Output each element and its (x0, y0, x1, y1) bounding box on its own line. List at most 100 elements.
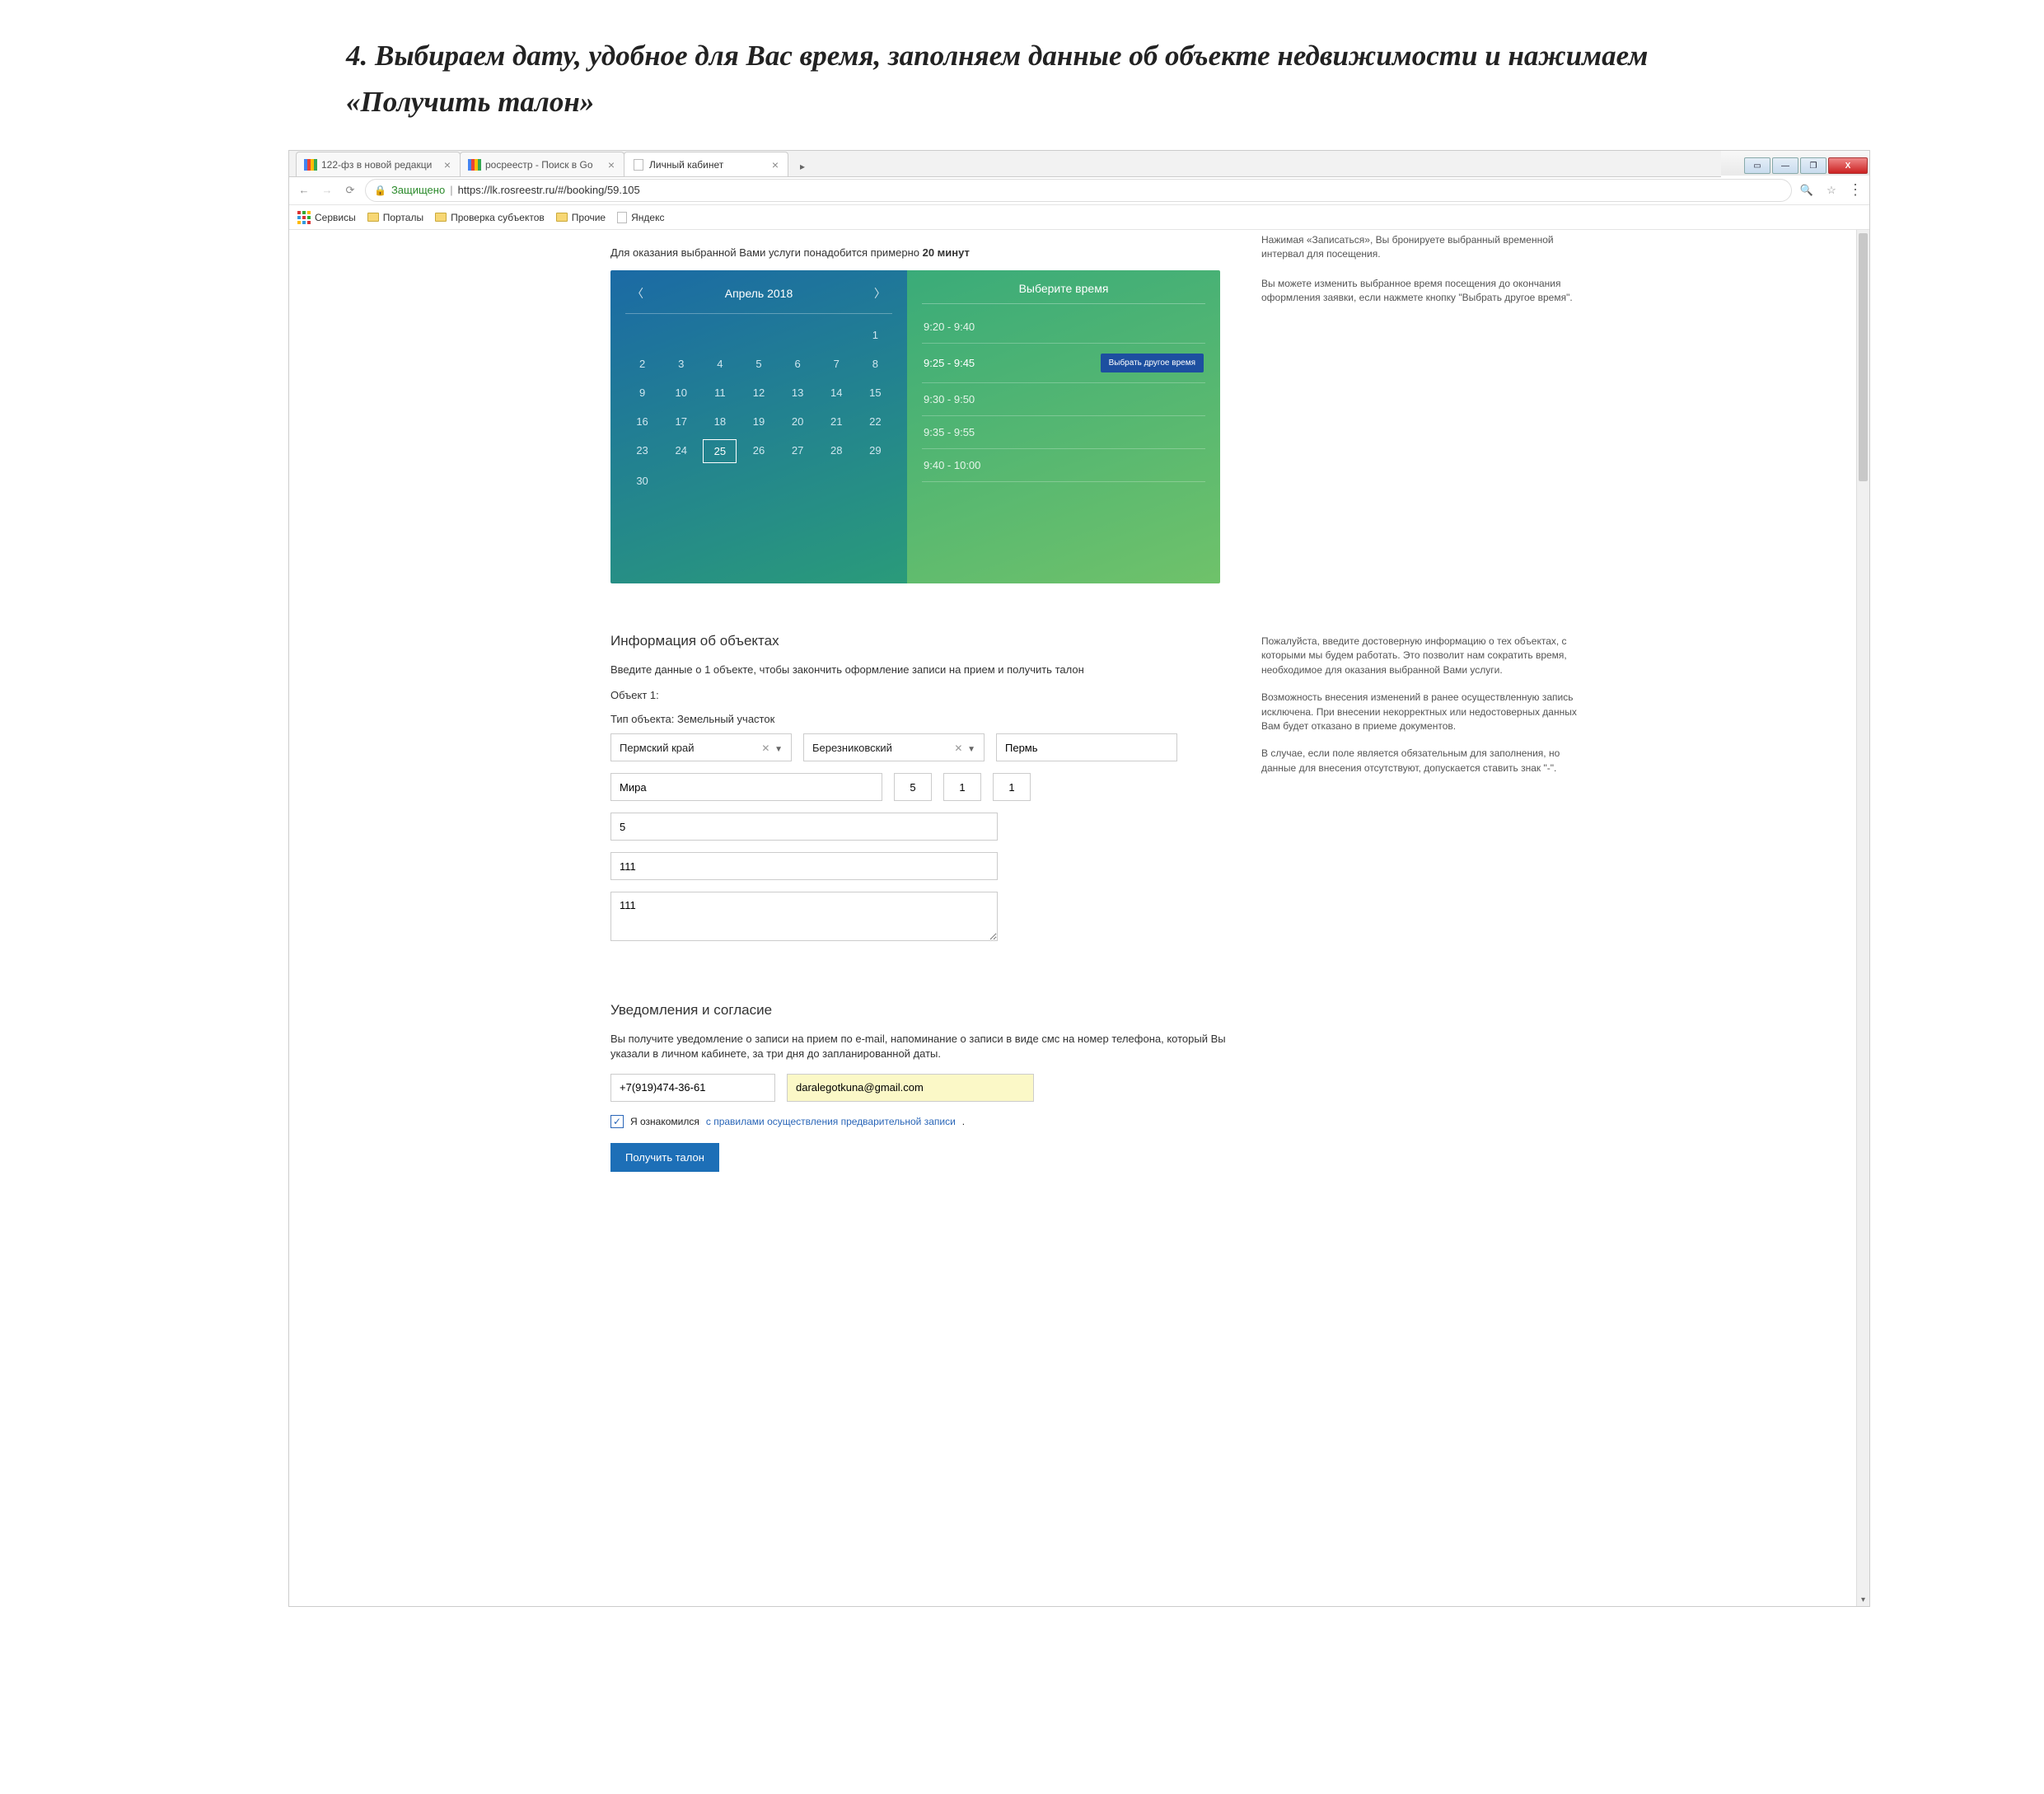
calendar-day[interactable]: 25 (703, 439, 737, 463)
consent-rules-link[interactable]: с правилами осуществления предварительно… (706, 1116, 956, 1127)
calendar-day[interactable]: 2 (625, 353, 659, 375)
apps-icon (297, 211, 311, 224)
calendar-day[interactable]: 18 (703, 410, 737, 433)
back-button[interactable]: ← (296, 182, 312, 199)
calendar-day[interactable]: 23 (625, 439, 659, 463)
kebab-menu-icon[interactable]: ⋮ (1848, 181, 1863, 199)
secure-label: Защищено (391, 184, 445, 196)
window-close-button[interactable]: X (1828, 157, 1868, 174)
side-note-booking-2: Вы можете изменить выбранное время посещ… (1261, 277, 1583, 306)
calendar-day[interactable]: 5 (741, 353, 775, 375)
window-maximize-button[interactable]: ❐ (1800, 157, 1827, 174)
calendar-day[interactable]: 22 (858, 410, 892, 433)
calendar-day[interactable]: 13 (781, 382, 815, 404)
window-controls: ▭ — ❐ X (1742, 157, 1868, 176)
calendar-day[interactable]: 26 (741, 439, 775, 463)
calendar-day[interactable]: 11 (703, 382, 737, 404)
calendar-day[interactable]: 8 (858, 353, 892, 375)
house-input[interactable] (894, 773, 932, 801)
calendar-day[interactable]: 14 (820, 382, 854, 404)
tab-close-button[interactable]: × (442, 159, 453, 171)
object-line-6-input[interactable] (610, 852, 998, 880)
consent-checkbox-row: ✓ Я ознакомился с правилами осуществлени… (610, 1115, 1352, 1128)
consent-checkbox[interactable]: ✓ (610, 1115, 624, 1128)
tab-close-button[interactable]: × (606, 159, 617, 171)
browser-window: 122-фз в новой редакци×росреестр - Поиск… (288, 150, 1870, 1607)
calendar-day[interactable]: 28 (820, 439, 854, 463)
calendar-prev-button[interactable]: 〈 (625, 282, 650, 305)
region-select[interactable]: Пермский край ✕ ▼ (610, 733, 792, 761)
bookmark-item[interactable]: Яндекс (617, 212, 664, 223)
time-slot[interactable]: 9:30 - 9:50 (922, 383, 1205, 416)
calendar-day[interactable]: 30 (625, 470, 659, 492)
time-slot[interactable]: 9:40 - 10:00 (922, 449, 1205, 482)
tab-close-button[interactable]: × (769, 159, 781, 171)
bookmark-item[interactable]: Прочие (556, 212, 606, 223)
calendar-day[interactable]: 3 (664, 353, 698, 375)
clear-icon[interactable]: ✕ (952, 742, 964, 754)
omnibox[interactable]: 🔒 Защищено | https://lk.rosreestr.ru/#/b… (365, 179, 1792, 202)
calendar-day[interactable]: 7 (820, 353, 854, 375)
window-titlebar: 122-фз в новой редакци×росреестр - Поиск… (289, 151, 1869, 176)
calendar-day[interactable]: 24 (664, 439, 698, 463)
tab-label: росреестр - Поиск в Go (485, 159, 593, 171)
object-textarea[interactable] (610, 892, 998, 941)
browser-tab[interactable]: росреестр - Поиск в Go × (460, 152, 624, 176)
calendar-day[interactable]: 12 (741, 382, 775, 404)
calendar-day[interactable]: 16 (625, 410, 659, 433)
calendar-next-button[interactable]: 〉 (868, 282, 892, 305)
calendar-day[interactable]: 17 (664, 410, 698, 433)
calendar-day[interactable]: 21 (820, 410, 854, 433)
calendar-day[interactable]: 29 (858, 439, 892, 463)
google-favicon-icon (305, 159, 316, 171)
calendar-day[interactable]: 4 (703, 353, 737, 375)
star-icon[interactable]: ☆ (1823, 182, 1840, 199)
time-slot[interactable]: 9:25 - 9:45Выбрать другое время (922, 344, 1205, 383)
email-input[interactable] (787, 1074, 1034, 1102)
calendar-day[interactable]: 10 (664, 382, 698, 404)
district-select[interactable]: Березниковский ✕ ▼ (803, 733, 985, 761)
new-tab-button[interactable]: ▸ (793, 157, 812, 176)
calendar-day[interactable]: 6 (781, 353, 815, 375)
window-restore-down-button[interactable]: ▭ (1744, 157, 1770, 174)
calendar-day[interactable]: 20 (781, 410, 815, 433)
section-consent-desc: Вы получите уведомление о записи на прие… (610, 1032, 1237, 1061)
reload-button[interactable]: ⟳ (342, 182, 358, 199)
calendar-day[interactable]: 19 (741, 410, 775, 433)
lock-icon: 🔒 (374, 185, 386, 196)
phone-input[interactable] (610, 1074, 775, 1102)
calendar-day[interactable]: 1 (858, 324, 892, 346)
bookmark-label: Яндекс (631, 212, 664, 223)
browser-tab[interactable]: 122-фз в новой редакци× (296, 152, 461, 176)
clear-icon[interactable]: ✕ (760, 742, 771, 754)
time-slot[interactable]: 9:35 - 9:55 (922, 416, 1205, 449)
flat-input[interactable] (993, 773, 1031, 801)
bookmark-item[interactable]: Проверка субъектов (435, 212, 545, 223)
time-slot[interactable]: 9:20 - 9:40 (922, 311, 1205, 344)
street-input[interactable] (610, 773, 882, 801)
consent-text: Я ознакомился (630, 1116, 699, 1127)
corp-input[interactable] (943, 773, 981, 801)
time-slots: Выберите время 9:20 - 9:409:25 - 9:45Выб… (907, 270, 1220, 583)
choose-other-time-button[interactable]: Выбрать другое время (1101, 354, 1204, 372)
submit-button[interactable]: Получить талон (610, 1143, 719, 1172)
bookmark-item[interactable]: Порталы (367, 212, 423, 223)
vertical-scrollbar[interactable]: ▴ ▾ (1856, 230, 1869, 1606)
calendar-day[interactable]: 27 (781, 439, 815, 463)
city-input[interactable] (996, 733, 1177, 761)
object-type-label: Тип объекта: Земельный участок (610, 713, 1237, 725)
apps-button[interactable]: Сервисы (297, 211, 356, 224)
time-slot-label: 9:30 - 9:50 (924, 393, 975, 405)
calendar-day[interactable]: 9 (625, 382, 659, 404)
bookmarks-bar: Сервисы Порталы Проверка субъектов Прочие Я… (289, 205, 1869, 230)
address-bar: ← → ⟳ 🔒 Защищено | https://lk.rosreestr.… (289, 176, 1869, 205)
browser-tab[interactable]: Личный кабинет× (624, 152, 788, 176)
window-minimize-button[interactable]: — (1772, 157, 1798, 174)
section-consent-title: Уведомления и согласие (610, 1002, 1352, 1019)
calendar-day[interactable]: 15 (858, 382, 892, 404)
folder-icon (367, 213, 379, 222)
scroll-down-button[interactable]: ▾ (1857, 1593, 1869, 1606)
object-line-5-input[interactable] (610, 813, 998, 841)
scroll-thumb[interactable] (1859, 233, 1868, 481)
zoom-icon[interactable]: 🔍 (1798, 182, 1815, 199)
